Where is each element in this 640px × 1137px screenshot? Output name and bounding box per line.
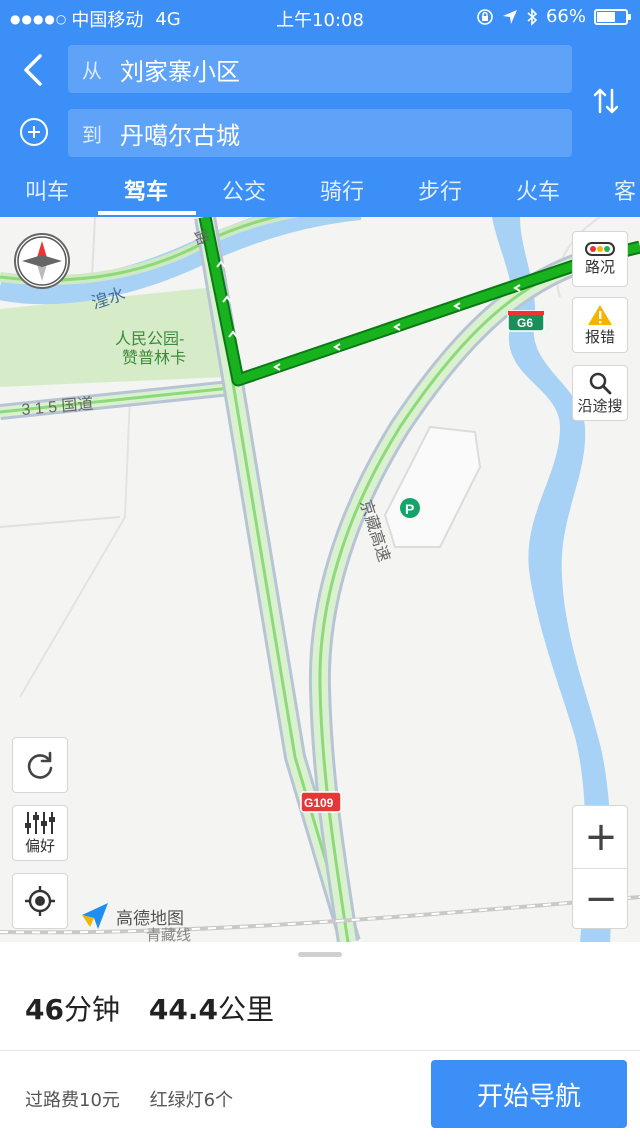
drag-handle[interactable]	[298, 952, 342, 957]
header: ●●●●○ 中国移动 4G 上午10:08 66% 从 刘家寨小区 到 丹噶尔古…	[0, 0, 640, 217]
g6-shield-label: G6	[517, 316, 533, 330]
back-chevron-icon[interactable]	[18, 52, 48, 88]
location-arrow-icon	[502, 9, 517, 24]
distance-unit: 公里	[217, 993, 274, 1026]
active-tab-indicator	[98, 211, 196, 215]
preference-button[interactable]: 偏好	[12, 805, 68, 861]
traffic-label: 路况	[584, 257, 615, 276]
start-navigation-button[interactable]: 开始导航	[431, 1060, 627, 1128]
route-summary: 46分钟 44.4公里	[25, 988, 274, 1028]
to-prefix: 到	[82, 122, 102, 147]
search-along-label: 沿途搜	[577, 396, 623, 415]
parking-marker-letter: P	[405, 501, 414, 517]
battery-icon	[594, 8, 631, 25]
report-label: 报错	[584, 327, 615, 346]
mode-tabs: 叫车 驾车 公交 骑行 步行 火车 客	[0, 168, 640, 217]
bluetooth-icon	[527, 7, 538, 26]
warning-icon	[588, 304, 612, 325]
traffic-light-icon	[585, 241, 615, 256]
traffic-button[interactable]: 路况	[572, 231, 628, 287]
swap-icon[interactable]	[592, 86, 620, 116]
traffic-lights-info: 红绿灯6个	[149, 1090, 234, 1111]
add-waypoint-icon[interactable]	[20, 118, 48, 146]
from-field[interactable]: 从 刘家寨小区	[68, 45, 572, 93]
distance-number: 44.4	[148, 993, 218, 1026]
minor-street	[91, 217, 96, 278]
status-bar: ●●●●○ 中国移动 4G 上午10:08 66%	[0, 0, 640, 34]
zoom-in-button[interactable]: +	[573, 806, 629, 868]
amap-logo: 高德地图	[80, 901, 184, 931]
status-right: 66%	[476, 6, 631, 27]
expressway-label: 京藏高速	[356, 498, 393, 564]
route-planning-screen: ●●●●○ 中国移动 4G 上午10:08 66% 从 刘家寨小区 到 丹噶尔古…	[0, 0, 640, 1137]
minor-street	[0, 516, 121, 528]
amap-logo-text: 高德地图	[116, 908, 184, 929]
duration-number: 46	[25, 993, 64, 1026]
tab-coach[interactable]: 客	[614, 174, 636, 206]
locate-button[interactable]	[12, 873, 68, 929]
g6-shield-top	[508, 311, 544, 315]
map-canvas: P G6 G109 湟水 人民公园- 赞普林卡 3 1 5 国道 京藏高速 路 …	[0, 217, 640, 942]
to-value: 丹噶尔古城	[120, 121, 240, 150]
g109-shield-label: G109	[304, 796, 334, 810]
search-along-button[interactable]: 沿途搜	[572, 365, 628, 421]
refresh-button[interactable]	[12, 737, 68, 793]
route-summary-panel: 46分钟 44.4公里 过路费10元 红绿灯6个 开始导航	[0, 942, 640, 1137]
zoom-control: + −	[572, 805, 628, 929]
tab-taxi[interactable]: 叫车	[25, 174, 69, 206]
panel-divider	[0, 1050, 640, 1051]
tab-train[interactable]: 火车	[516, 174, 560, 206]
refresh-icon	[27, 751, 53, 779]
locate-crosshair-icon	[25, 886, 55, 916]
from-value: 刘家寨小区	[120, 57, 240, 86]
park-label-2: 赞普林卡	[122, 349, 186, 367]
tab-walk[interactable]: 步行	[418, 174, 462, 206]
tab-bus[interactable]: 公交	[222, 174, 266, 206]
map-view[interactable]: P G6 G109 湟水 人民公园- 赞普林卡 3 1 5 国道 京藏高速 路 …	[0, 217, 640, 942]
duration-unit: 分钟	[63, 993, 120, 1026]
compass-needle	[17, 236, 67, 286]
minor-street	[19, 396, 131, 698]
lock-rotation-icon	[477, 8, 493, 25]
report-error-button[interactable]: 报错	[572, 297, 628, 353]
route-info: 过路费10元 红绿灯6个	[25, 1086, 257, 1112]
sliders-icon	[25, 811, 55, 834]
toll-info: 过路费10元	[25, 1090, 120, 1111]
zoom-out-button[interactable]: −	[573, 868, 629, 930]
compass-icon[interactable]	[14, 233, 70, 289]
tab-drive[interactable]: 驾车	[124, 174, 168, 206]
tab-bike[interactable]: 骑行	[320, 174, 364, 206]
to-field[interactable]: 到 丹噶尔古城	[68, 109, 572, 157]
search-icon	[589, 372, 612, 394]
route-arrows	[216, 260, 521, 371]
road-315-label: 3 1 5 国道	[21, 395, 94, 419]
amap-logo-icon	[82, 903, 108, 929]
preference-label: 偏好	[24, 836, 55, 855]
park-label-1: 人民公园-	[115, 330, 184, 348]
battery-fill	[597, 11, 616, 22]
from-prefix: 从	[82, 58, 102, 83]
battery-percent: 66%	[545, 6, 586, 27]
